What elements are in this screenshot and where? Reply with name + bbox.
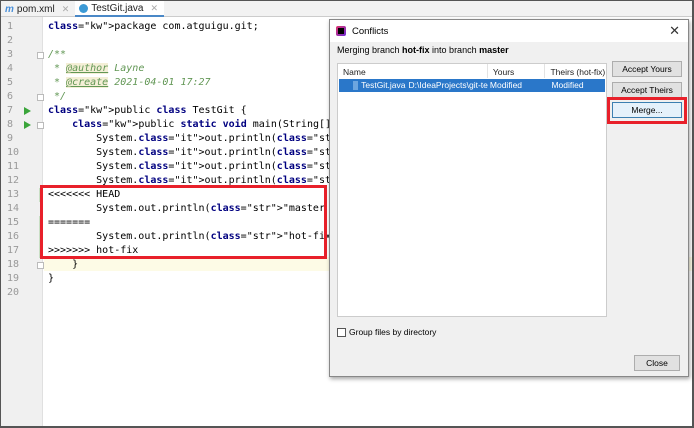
message-text: into branch: [429, 45, 480, 55]
line-number: 4: [7, 63, 14, 74]
target-branch: master: [479, 45, 509, 55]
source-branch: hot-fix: [402, 45, 430, 55]
table-header: Name Yours (master) Theirs (hot-fix): [338, 64, 606, 87]
editor-tab-bar: m pom.xml ✕ TestGit.java ✕: [1, 1, 692, 17]
line-number-gutter: 1 2 3 4 5 6 7 8 9 10 11 12 13 14 15 16 17 18 19 20: [1, 17, 44, 426]
line-number: 13: [7, 189, 20, 200]
accept-yours-button[interactable]: Accept Yours: [612, 61, 682, 77]
fold-icon[interactable]: [37, 94, 44, 101]
close-dialog-icon[interactable]: ✕: [669, 23, 680, 39]
checkbox-label: Group files by directory: [349, 327, 437, 337]
conflicts-dialog: Conflicts ✕ Merging branch hot-fix into …: [329, 19, 689, 377]
checkbox-box[interactable]: [337, 327, 346, 337]
tab-testgit-java[interactable]: TestGit.java ✕: [75, 1, 165, 17]
column-header-yours[interactable]: Yours (master): [488, 64, 546, 87]
line-number: 15: [7, 217, 20, 228]
line-number: 5: [7, 77, 14, 88]
merge-highlight-box: [607, 97, 687, 124]
run-gutter-icon[interactable]: [24, 121, 31, 129]
line-number: 19: [7, 273, 20, 284]
conflicts-table: Name Yours (master) Theirs (hot-fix) Tes…: [337, 63, 607, 317]
line-number: 10: [7, 147, 20, 158]
line-number: 2: [7, 35, 14, 46]
line-number: 17: [7, 245, 20, 256]
fold-icon[interactable]: [37, 122, 44, 129]
column-header-name[interactable]: Name: [338, 64, 488, 78]
merge-message: Merging branch hot-fix into branch maste…: [337, 45, 509, 55]
close-tab-icon[interactable]: ✕: [62, 4, 70, 15]
tab-pom-xml[interactable]: m pom.xml ✕: [1, 1, 75, 17]
intellij-logo-icon: [336, 26, 346, 36]
theirs-status: Modified: [551, 80, 584, 90]
line-number: 9: [7, 133, 14, 144]
line-number: 18: [7, 259, 20, 270]
file-name: TestGit.java: [361, 80, 406, 90]
message-text: Merging branch: [337, 45, 403, 55]
accept-theirs-button[interactable]: Accept Theirs: [612, 82, 682, 98]
dialog-title-bar: Conflicts ✕: [330, 20, 688, 42]
column-header-theirs[interactable]: Theirs (hot-fix): [545, 64, 606, 78]
line-number: 3: [7, 49, 14, 60]
tab-label: pom.xml: [16, 3, 55, 15]
tab-label: TestGit.java: [91, 2, 144, 14]
fold-icon[interactable]: [37, 262, 44, 269]
close-button[interactable]: Close: [634, 355, 680, 371]
yours-status: Modified: [489, 80, 523, 90]
dialog-title: Conflicts: [352, 25, 389, 37]
fold-icon[interactable]: [37, 52, 44, 59]
close-tab-icon[interactable]: ✕: [151, 3, 159, 14]
line-number: 6: [7, 91, 14, 102]
line-number: 16: [7, 231, 20, 242]
line-number: 20: [7, 287, 20, 298]
table-row[interactable]: TestGit.java D:\IdeaProjects\git-te Modi…: [339, 79, 605, 92]
java-class-icon: [79, 3, 89, 13]
file-path: D:\IdeaProjects\git-te: [408, 80, 488, 90]
maven-icon: m: [5, 3, 14, 15]
line-number: 11: [7, 161, 20, 172]
line-number: 14: [7, 203, 20, 214]
line-number: 1: [7, 21, 14, 32]
conflict-highlight-box: [40, 185, 327, 259]
java-file-icon: [353, 81, 359, 90]
line-number: 12: [7, 175, 20, 186]
run-gutter-icon[interactable]: [24, 107, 31, 115]
group-files-checkbox[interactable]: Group files by directory: [337, 327, 436, 337]
